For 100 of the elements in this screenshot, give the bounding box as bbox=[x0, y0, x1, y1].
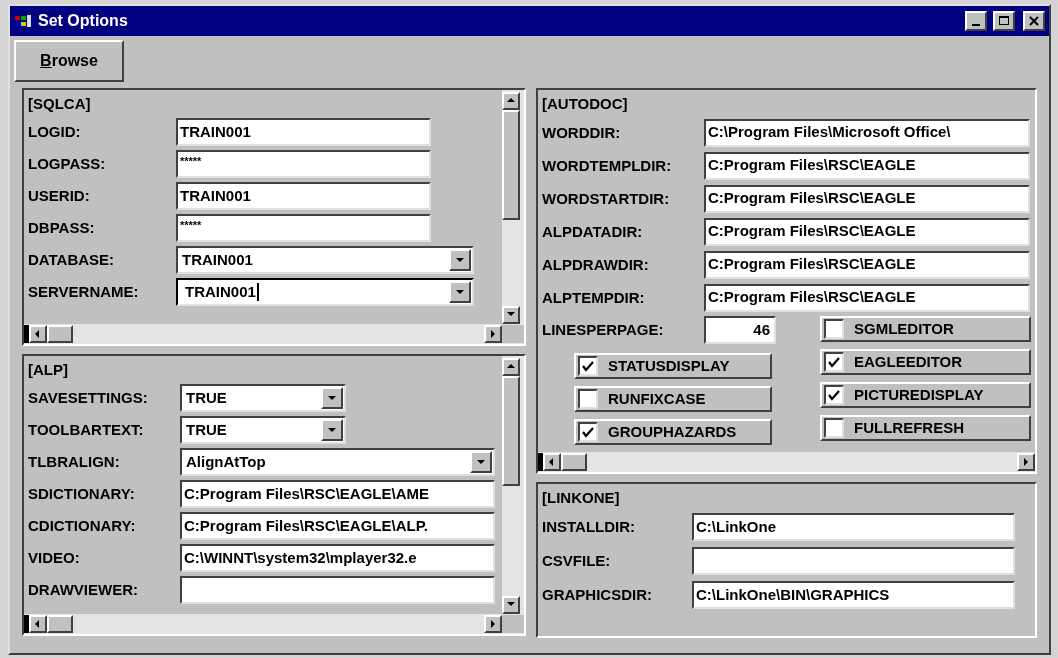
scrollbar-corner bbox=[502, 614, 524, 633]
input-field[interactable]: C:\LinkOne\BIN\GRAPHICS bbox=[692, 581, 1015, 609]
checkbox-box[interactable] bbox=[824, 385, 844, 405]
field-label: CSVFILE: bbox=[542, 552, 611, 569]
scroll-up-button[interactable] bbox=[502, 358, 520, 376]
dropdown-arrow-button[interactable] bbox=[449, 249, 471, 271]
dropdown-arrow-button[interactable] bbox=[449, 281, 471, 303]
input-field[interactable]: C:Program Files\RSC\EAGLE bbox=[704, 217, 1030, 246]
dropdown[interactable]: TRUE bbox=[180, 416, 346, 444]
scrollbar-thumb[interactable] bbox=[561, 452, 587, 471]
input-field[interactable]: TRAIN001 bbox=[176, 182, 431, 210]
close-button[interactable] bbox=[1023, 11, 1045, 31]
password-field[interactable]: ***** bbox=[176, 150, 431, 178]
checkbox-box[interactable] bbox=[824, 319, 844, 339]
field-label: WORDTEMPLDIR: bbox=[542, 156, 672, 174]
field-label: ALPTEMPDIR: bbox=[542, 288, 645, 306]
section-heading: [LINKONE] bbox=[542, 488, 620, 508]
checkbox[interactable]: STATUSDISPLAY bbox=[574, 353, 772, 379]
scrollbar-edge bbox=[24, 324, 29, 343]
checkbox[interactable]: FULLREFRESH bbox=[820, 415, 1031, 441]
checkbox-box[interactable] bbox=[578, 356, 598, 376]
field-label: TOOLBARTEXT: bbox=[28, 421, 144, 438]
scroll-right-button[interactable] bbox=[484, 614, 502, 633]
field-label: DBPASS: bbox=[28, 219, 95, 236]
dropdown-arrow-button[interactable] bbox=[321, 419, 343, 441]
horizontal-scrollbar[interactable] bbox=[24, 614, 524, 634]
input-field[interactable] bbox=[180, 576, 495, 604]
browse-button[interactable]: Browse bbox=[14, 40, 124, 82]
checkbox[interactable]: RUNFIXCASE bbox=[574, 386, 772, 412]
scrollbar-edge bbox=[538, 452, 543, 471]
checkbox[interactable]: GROUPHAZARDS bbox=[574, 419, 772, 445]
checkbox[interactable]: EAGLEEDITOR bbox=[820, 349, 1031, 375]
input-field[interactable]: C:Program Files\RSC\EAGLE bbox=[704, 283, 1030, 312]
input-field[interactable]: C:Program Files\RSC\EAGLE bbox=[704, 184, 1030, 213]
field-label: CDICTIONARY: bbox=[28, 517, 136, 534]
field-label: VIDEO: bbox=[28, 549, 80, 566]
scroll-up-button[interactable] bbox=[502, 92, 520, 110]
maximize-icon bbox=[998, 15, 1010, 27]
checkbox-box[interactable] bbox=[824, 352, 844, 372]
scroll-left-button[interactable] bbox=[29, 324, 47, 343]
scrollbar-thumb[interactable] bbox=[47, 614, 73, 633]
scrollbar-thumb[interactable] bbox=[502, 110, 520, 220]
input-field[interactable]: C:\Program Files\Microsoft Office\ bbox=[704, 118, 1030, 147]
field-label: DATABASE: bbox=[28, 251, 115, 268]
scroll-down-button[interactable] bbox=[502, 596, 520, 614]
field-label: GRAPHICSDIR: bbox=[542, 586, 652, 603]
input-field[interactable]: C:Program Files\RSC\EAGLE bbox=[704, 151, 1030, 180]
dropdown[interactable]: TRAIN001 bbox=[176, 246, 474, 274]
scroll-left-button[interactable] bbox=[543, 452, 561, 471]
section-heading: [AUTODOC] bbox=[542, 94, 628, 114]
checkmark-icon bbox=[828, 356, 840, 368]
checkbox-box[interactable] bbox=[578, 389, 598, 409]
checkbox[interactable]: PICTUREDISPLAY bbox=[820, 382, 1031, 408]
dropdown[interactable]: TRAIN001 bbox=[176, 278, 474, 306]
field-label: SDICTIONARY: bbox=[28, 485, 135, 502]
field-label: LOGID: bbox=[28, 123, 81, 140]
dropdown[interactable]: TRUE bbox=[180, 384, 346, 412]
field-label: ALPDATADIR: bbox=[542, 222, 643, 240]
close-icon bbox=[1028, 15, 1040, 27]
checkbox[interactable]: SGMLEDITOR bbox=[820, 316, 1031, 342]
field-label: TLBRALIGN: bbox=[28, 453, 120, 470]
input-field[interactable]: C:Program Files\RSC\EAGLE\AME bbox=[180, 480, 495, 508]
field-label: ALPDRAWDIR: bbox=[542, 255, 649, 273]
scroll-right-button[interactable] bbox=[1017, 452, 1035, 471]
checkbox-box[interactable] bbox=[824, 418, 844, 438]
scrollbar-edge bbox=[24, 614, 29, 633]
minimize-button[interactable] bbox=[965, 11, 987, 31]
password-field[interactable]: ***** bbox=[176, 214, 431, 242]
maximize-button[interactable] bbox=[993, 11, 1015, 31]
input-field[interactable]: TRAIN001 bbox=[176, 118, 431, 146]
field-label: LOGPASS: bbox=[28, 155, 106, 172]
input-field[interactable]: C:\LinkOne bbox=[692, 513, 1015, 541]
field-label: WORDDIR: bbox=[542, 123, 621, 141]
dropdown[interactable]: AlignAtTop bbox=[180, 448, 495, 476]
scrollbar-corner bbox=[502, 324, 524, 343]
input-field[interactable] bbox=[692, 547, 1015, 575]
field-label: SAVESETTINGS: bbox=[28, 389, 148, 406]
app-icon bbox=[14, 14, 32, 28]
scroll-down-button[interactable] bbox=[502, 306, 520, 324]
number-field[interactable]: 46 bbox=[704, 316, 776, 344]
field-label: INSTALLDIR: bbox=[542, 518, 636, 535]
input-field[interactable]: C:\WINNT\system32\mplayer32.e bbox=[180, 544, 495, 572]
minimize-icon bbox=[972, 24, 980, 26]
scroll-right-button[interactable] bbox=[484, 324, 502, 343]
section-heading: [SQLCA] bbox=[28, 94, 91, 114]
field-label: SERVERNAME: bbox=[28, 283, 139, 300]
horizontal-scrollbar[interactable] bbox=[538, 452, 1035, 472]
field-label: WORDSTARTDIR: bbox=[542, 189, 670, 207]
input-field[interactable]: C:Program Files\RSC\EAGLE bbox=[704, 250, 1030, 279]
vertical-scrollbar[interactable] bbox=[502, 356, 524, 614]
horizontal-scrollbar[interactable] bbox=[24, 324, 524, 344]
dropdown-arrow-button[interactable] bbox=[470, 451, 492, 473]
input-field[interactable]: C:Program Files\RSC\EAGLE\ALP. bbox=[180, 512, 495, 540]
vertical-scrollbar[interactable] bbox=[502, 90, 524, 324]
scroll-left-button[interactable] bbox=[29, 614, 47, 633]
scrollbar-thumb[interactable] bbox=[502, 376, 520, 486]
checkbox-box[interactable] bbox=[578, 422, 598, 442]
field-label: USERID: bbox=[28, 187, 90, 204]
scrollbar-thumb[interactable] bbox=[47, 324, 73, 343]
dropdown-arrow-button[interactable] bbox=[321, 387, 343, 409]
